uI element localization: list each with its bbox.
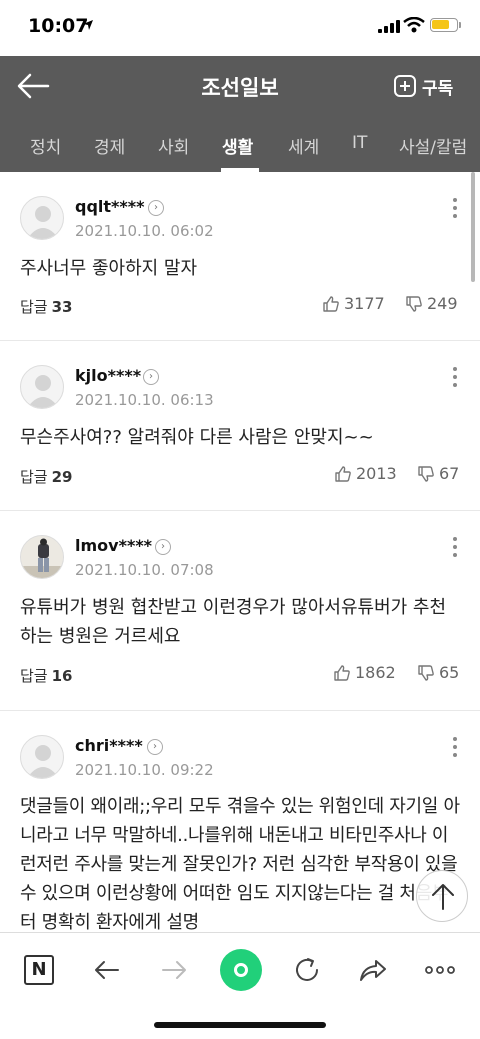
avatar[interactable] [20,196,64,240]
dislike-count: 65 [439,663,460,682]
refresh-icon[interactable] [290,953,324,987]
tab-politics[interactable]: 정치 [30,133,61,158]
like-count: 3177 [344,294,385,313]
comment-item: qqlt**** › 2021.10.10. 06:02 주사너무 좋아하지 말… [0,172,480,341]
reply-count[interactable]: 답글 29 [20,466,72,487]
comment-list: qqlt**** › 2021.10.10. 06:02 주사너무 좋아하지 말… [0,172,480,932]
dislike-button[interactable]: 65 [417,663,459,682]
app-header: 조선일보 구독 [0,56,480,116]
dislike-button[interactable]: 249 [405,294,458,313]
tab-economy[interactable]: 경제 [94,133,125,158]
location-arrow-icon [83,20,93,30]
chevron-right-icon[interactable]: › [147,739,163,755]
thumbs-down-icon [418,465,434,482]
comment-text: 유튜버가 병원 협찬받고 이런경우가 많아서유튜버가 추천하는 병원은 거르세요 [20,597,447,647]
forward-arrow-icon[interactable] [157,953,191,987]
comment-timestamp: 2021.10.10. 09:22 [75,761,214,779]
wifi-icon [403,17,425,33]
tab-society[interactable]: 사회 [158,133,189,158]
username[interactable]: kjlo**** [75,366,141,385]
naver-logo-icon[interactable]: N [24,955,54,985]
comment-item: kjlo**** › 2021.10.10. 06:13 무슨주사여?? 알려줘… [0,341,480,511]
status-time: 10:07 [28,15,89,37]
username[interactable]: chri**** [75,736,143,755]
tab-world[interactable]: 세계 [288,133,319,158]
chevron-right-icon[interactable]: › [143,369,159,385]
more-dots-icon[interactable] [423,953,457,987]
chevron-right-icon[interactable]: › [148,200,164,216]
like-button[interactable]: 2013 [334,464,397,483]
avatar[interactable] [20,535,64,579]
thumbs-down-icon [418,664,434,681]
thumbs-up-icon [334,664,350,681]
subscribe-label: 구독 [422,78,454,99]
back-arrow-icon[interactable] [14,68,54,104]
tab-life[interactable]: 생활 [222,133,253,158]
thumbs-up-icon [323,295,339,312]
tab-editorial[interactable]: 사설/칼럼 [399,133,467,158]
like-button[interactable]: 3177 [322,294,385,313]
share-icon[interactable] [356,953,390,987]
like-count: 1862 [355,663,396,682]
reply-count[interactable]: 답글 33 [20,296,72,317]
dislike-count: 67 [439,464,460,483]
like-count: 2013 [356,464,397,483]
chevron-right-icon[interactable]: › [155,539,171,555]
comment-timestamp: 2021.10.10. 07:08 [75,561,214,579]
status-bar: 10:07 [0,0,480,56]
plus-icon [394,75,416,97]
category-tabs: 정치 경제 사회 생활 세계 IT 사설/칼럼 [0,116,480,172]
cellular-signal-icon [378,20,400,33]
scrollbar[interactable] [471,172,475,282]
comment-text: 댓글들이 왜이래;;우리 모두 겪을수 있는 위험인데 자기일 아니라고 너무 … [20,796,460,932]
scroll-top-button[interactable] [416,870,468,922]
dislike-count: 249 [427,294,458,313]
battery-icon [430,18,458,32]
comment-timestamp: 2021.10.10. 06:02 [75,222,214,240]
thumbs-down-icon [406,295,422,312]
arrow-up-icon [432,884,454,910]
back-arrow-icon[interactable] [90,953,124,987]
avatar[interactable] [20,365,64,409]
reply-count[interactable]: 답글 16 [20,665,72,686]
comment-item: lmov**** › 2021.10.10. 07:08 유튜버가 병원 협찬받… [0,511,480,711]
username[interactable]: lmov**** [75,536,152,555]
comment-timestamp: 2021.10.10. 06:13 [75,391,214,409]
more-options-icon[interactable] [446,196,464,222]
like-button[interactable]: 1862 [333,663,396,682]
home-indicator [154,1022,326,1028]
thumbs-up-icon [335,465,351,482]
more-options-icon[interactable] [446,365,464,391]
tab-it[interactable]: IT [352,133,367,153]
subscribe-button[interactable]: 구독 [394,73,453,99]
green-home-icon[interactable] [220,949,262,991]
comment-text: 무슨주사여?? 알려줘야 다른 사람은 안맞지~~ [20,427,374,448]
dislike-button[interactable]: 67 [417,464,459,483]
comment-item: chri**** › 2021.10.10. 09:22 댓글들이 왜이래;;우… [0,711,480,932]
more-options-icon[interactable] [446,535,464,561]
more-options-icon[interactable] [446,735,464,761]
avatar[interactable] [20,735,64,779]
username[interactable]: qqlt**** [75,197,145,216]
comment-text: 주사너무 좋아하지 말자 [20,258,198,279]
